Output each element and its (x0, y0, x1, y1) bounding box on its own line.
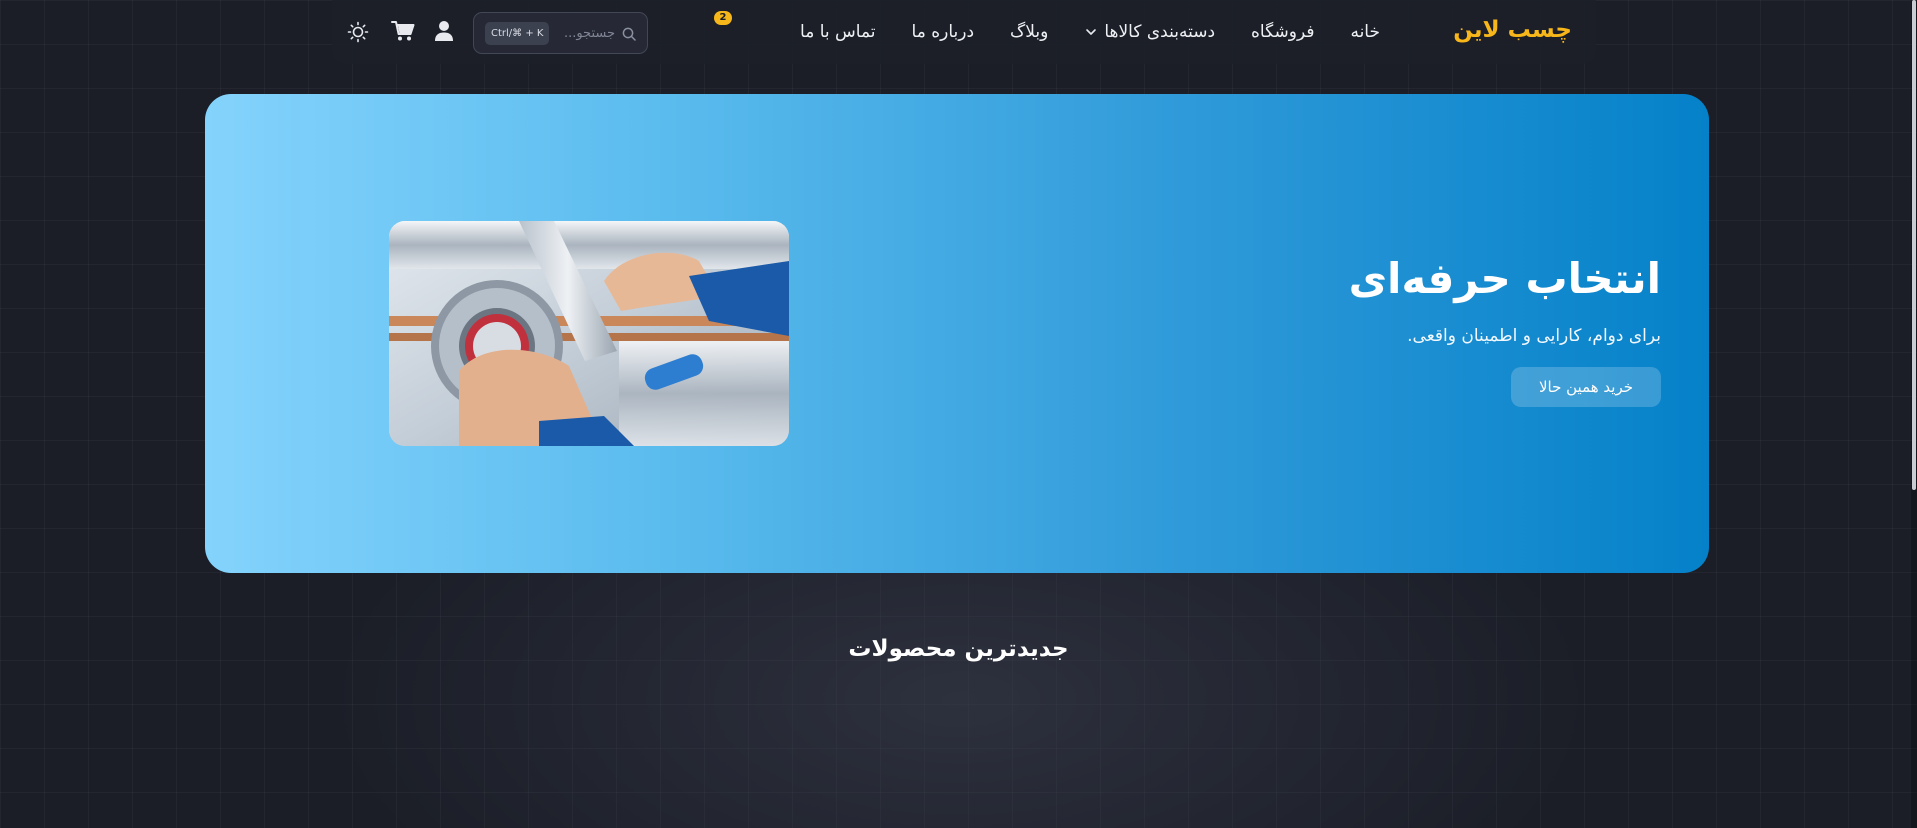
nav-item-shop[interactable]: فروشگاه (1251, 22, 1314, 42)
scrollbar-thumb[interactable] (1912, 0, 1916, 490)
nav-item-contact[interactable]: تماس با ما (800, 22, 876, 42)
search-icon (621, 26, 637, 42)
nav-item-categories[interactable]: دسته‌بندی کالاها (1084, 22, 1215, 42)
nav-item-categories-label: دسته‌بندی کالاها (1104, 22, 1216, 42)
chevron-down-icon (1084, 25, 1098, 39)
search-shortcut-hint: Ctrl/⌘ + K (485, 22, 550, 45)
shop-now-button[interactable]: خرید همین حالا (1511, 367, 1661, 407)
cart-icon[interactable] (390, 19, 416, 43)
page-scrollbar[interactable] (1911, 0, 1917, 828)
hero-title: انتخاب حرفه‌ای (1348, 254, 1661, 303)
hero-subtitle: برای دوام، کارایی و اطمینان واقعی. (1407, 326, 1661, 346)
search-input[interactable] (555, 23, 615, 43)
cart-count-badge: 2 (714, 11, 732, 25)
nav-item-home[interactable]: خانه (1350, 22, 1380, 42)
hero-image (389, 221, 789, 446)
main-nav: خانه فروشگاه دسته‌بندی کالاها وبلاگ دربا… (800, 0, 1380, 64)
site-logo[interactable]: چسب لاین (1453, 17, 1572, 43)
latest-products-title: جدیدترین محصولات (848, 636, 1069, 662)
hero-banner: انتخاب حرفه‌ای برای دوام، کارایی و اطمین… (205, 94, 1709, 573)
site-header: چسب لاین خانه فروشگاه دسته‌بندی کالاها و… (332, 0, 1596, 64)
user-icon[interactable] (433, 19, 455, 43)
nav-item-about[interactable]: درباره ما (912, 22, 975, 42)
search-box[interactable]: Ctrl/⌘ + K (473, 12, 648, 54)
sun-icon[interactable] (346, 20, 370, 44)
nav-item-blog[interactable]: وبلاگ (1010, 22, 1048, 42)
